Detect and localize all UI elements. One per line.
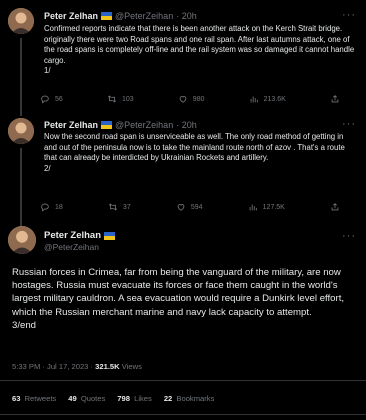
quotes-stat[interactable]: 49 Quotes xyxy=(68,394,105,403)
retweet-button[interactable]: 37 xyxy=(108,202,131,212)
tweet-metadata: 5:33 PM · Jul 17, 2023 · 321.5K Views xyxy=(12,362,142,371)
tweet-1[interactable]: Peter Zelhan @PeterZeihan · 20h ··· Conf… xyxy=(0,0,366,114)
likes-count: 798 xyxy=(117,394,130,403)
views-button[interactable]: 127.5K xyxy=(248,202,285,212)
like-button[interactable]: 594 xyxy=(176,202,203,212)
avatar[interactable] xyxy=(8,8,34,34)
tweet-time[interactable]: · 20h xyxy=(176,120,197,130)
views-icon xyxy=(249,204,257,211)
retweets-count: 63 xyxy=(12,394,21,403)
likes-stat[interactable]: 798 Likes xyxy=(117,394,152,403)
reply-icon xyxy=(41,95,49,104)
ukraine-flag-icon xyxy=(101,121,113,129)
reply-button[interactable]: 18 xyxy=(40,202,63,212)
quotes-label: Quotes xyxy=(80,394,106,403)
like-count: 594 xyxy=(190,203,203,211)
main-tweet-text: Russian forces in Crimea, far from being… xyxy=(12,267,345,331)
retweets-stat[interactable]: 63 Retweets xyxy=(12,394,56,403)
tweet-text: Confirmed reports indicate that there is… xyxy=(44,24,355,75)
tweet-timestamp[interactable]: 5:33 PM · Jul 17, 2023 · xyxy=(12,362,95,371)
like-count: 980 xyxy=(192,95,205,103)
tweet-header: Peter Zelhan @PeterZeihan · 20h xyxy=(44,120,197,130)
share-button[interactable] xyxy=(330,94,340,104)
ukraine-flag-icon xyxy=(101,12,113,20)
tweet-actions: 56 103 980 213.6K xyxy=(40,93,340,105)
share-icon xyxy=(331,95,339,103)
main-tweet-header: Peter Zelhan xyxy=(44,230,116,241)
author-name[interactable]: Peter Zelhan xyxy=(44,120,98,130)
likes-label: Likes xyxy=(134,394,152,403)
author-handle[interactable]: @PeterZeihan xyxy=(115,11,173,21)
views-count: 127.5K xyxy=(262,203,285,211)
more-options-icon[interactable]: ··· xyxy=(342,230,356,242)
author-handle[interactable]: @PeterZeihan xyxy=(44,242,99,252)
retweet-icon xyxy=(108,203,117,211)
engagement-stats: 63 Retweets 49 Quotes 798 Likes 22 Bookm… xyxy=(12,394,214,403)
ukraine-flag-icon xyxy=(104,231,116,240)
retweet-count: 37 xyxy=(122,203,131,211)
share-button[interactable] xyxy=(330,202,340,212)
quotes-count: 49 xyxy=(68,394,77,403)
reply-count: 18 xyxy=(55,203,63,211)
retweet-icon xyxy=(107,95,116,103)
bookmarks-count: 22 xyxy=(163,394,173,403)
retweet-button[interactable]: 103 xyxy=(107,94,134,104)
tweet-actions: 18 37 594 127.5K xyxy=(40,201,340,213)
avatar[interactable] xyxy=(8,118,34,144)
views-label: Views xyxy=(119,362,142,371)
more-options-icon[interactable]: ··· xyxy=(342,9,356,21)
views-count: 321.5K xyxy=(95,362,120,371)
retweet-count: 103 xyxy=(121,95,134,103)
retweets-label: Retweets xyxy=(24,394,57,403)
divider xyxy=(0,380,366,381)
author-handle[interactable]: @PeterZeihan xyxy=(115,120,173,130)
thread-line xyxy=(20,148,22,220)
heart-icon xyxy=(179,96,187,103)
divider xyxy=(0,414,366,415)
author-name[interactable]: Peter Zelhan xyxy=(44,230,101,241)
tweet-time[interactable]: · 20h xyxy=(176,11,197,21)
bookmarks-stat[interactable]: 22 Bookmarks xyxy=(164,394,215,403)
like-button[interactable]: 980 xyxy=(178,94,205,104)
author-name[interactable]: Peter Zelhan xyxy=(44,11,98,21)
more-options-icon[interactable]: ··· xyxy=(342,118,356,130)
thread-line xyxy=(20,218,22,226)
views-button[interactable]: 213.6K xyxy=(249,94,286,104)
reply-button[interactable]: 56 xyxy=(40,94,63,104)
thread-line xyxy=(20,38,22,114)
thread-line xyxy=(20,112,22,116)
heart-icon xyxy=(177,204,185,211)
tweet-text: Now the second road span is unserviceabl… xyxy=(44,132,345,173)
tweet-header: Peter Zelhan @PeterZeihan · 20h xyxy=(44,11,197,21)
tweet-2[interactable]: Peter Zelhan @PeterZeihan · 20h ··· Now … xyxy=(0,112,366,220)
views-count: 213.6K xyxy=(263,95,286,103)
views-icon xyxy=(250,96,258,103)
reply-icon xyxy=(41,203,49,212)
avatar[interactable] xyxy=(8,226,36,254)
share-icon xyxy=(331,203,339,211)
reply-count: 56 xyxy=(55,95,63,103)
bookmarks-label: Bookmarks xyxy=(176,394,215,403)
